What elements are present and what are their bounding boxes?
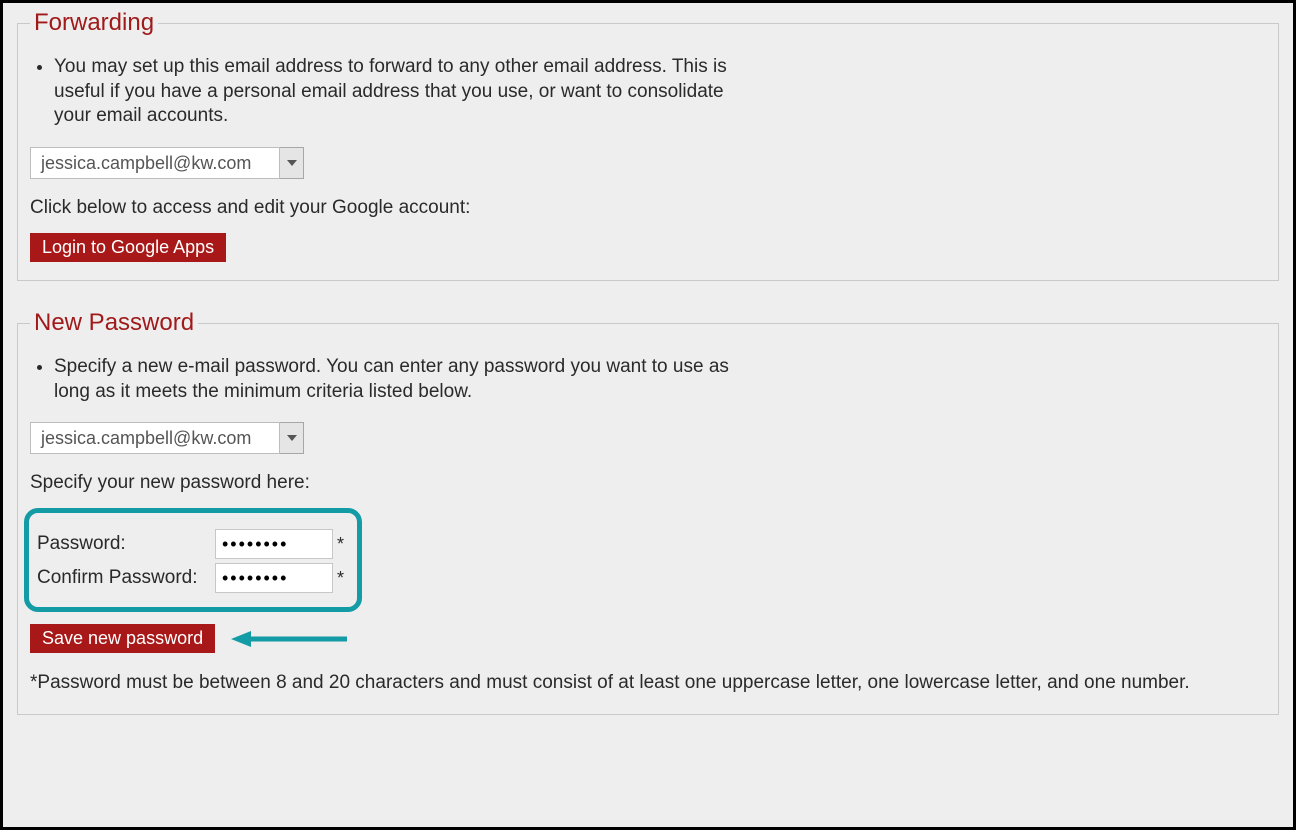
chevron-down-icon [287, 435, 297, 441]
save-new-password-button[interactable]: Save new password [30, 624, 215, 653]
password-hint: *Password must be between 8 and 20 chara… [30, 671, 1240, 696]
forwarding-bullet: You may set up this email address to for… [54, 55, 744, 129]
password-email-select[interactable]: jessica.campbell@kw.com [30, 422, 304, 454]
confirm-password-label: Confirm Password: [31, 567, 215, 589]
forwarding-email-select-arrow[interactable] [280, 147, 304, 179]
password-required-mark: * [337, 534, 344, 555]
password-row: Password: * [31, 529, 347, 559]
new-password-bullet-list: Specify a new e-mail password. You can e… [30, 355, 1266, 404]
login-google-apps-button[interactable]: Login to Google Apps [30, 233, 226, 262]
forwarding-bullet-list: You may set up this email address to for… [30, 55, 1266, 129]
arrow-annotation [229, 629, 349, 649]
save-password-row: Save new password [30, 624, 1266, 653]
arrow-left-icon [229, 629, 349, 649]
password-email-select-value: jessica.campbell@kw.com [30, 422, 280, 454]
password-input[interactable] [215, 529, 333, 559]
settings-frame: Forwarding You may set up this email add… [0, 0, 1296, 830]
password-fields-highlight: Password: * Confirm Password: * [24, 508, 362, 612]
forwarding-access-text: Click below to access and edit your Goog… [30, 197, 1266, 219]
forwarding-section: Forwarding You may set up this email add… [17, 9, 1279, 281]
forwarding-email-select[interactable]: jessica.campbell@kw.com [30, 147, 304, 179]
specify-password-text: Specify your new password here: [30, 472, 1266, 494]
confirm-password-input[interactable] [215, 563, 333, 593]
confirm-password-required-mark: * [337, 568, 344, 589]
forwarding-legend: Forwarding [30, 9, 158, 37]
password-label: Password: [31, 533, 215, 555]
new-password-section: New Password Specify a new e-mail passwo… [17, 309, 1279, 715]
confirm-password-row: Confirm Password: * [31, 563, 347, 593]
chevron-down-icon [287, 160, 297, 166]
new-password-bullet: Specify a new e-mail password. You can e… [54, 355, 744, 404]
new-password-legend: New Password [30, 309, 198, 337]
password-email-select-arrow[interactable] [280, 422, 304, 454]
forwarding-email-select-value: jessica.campbell@kw.com [30, 147, 280, 179]
